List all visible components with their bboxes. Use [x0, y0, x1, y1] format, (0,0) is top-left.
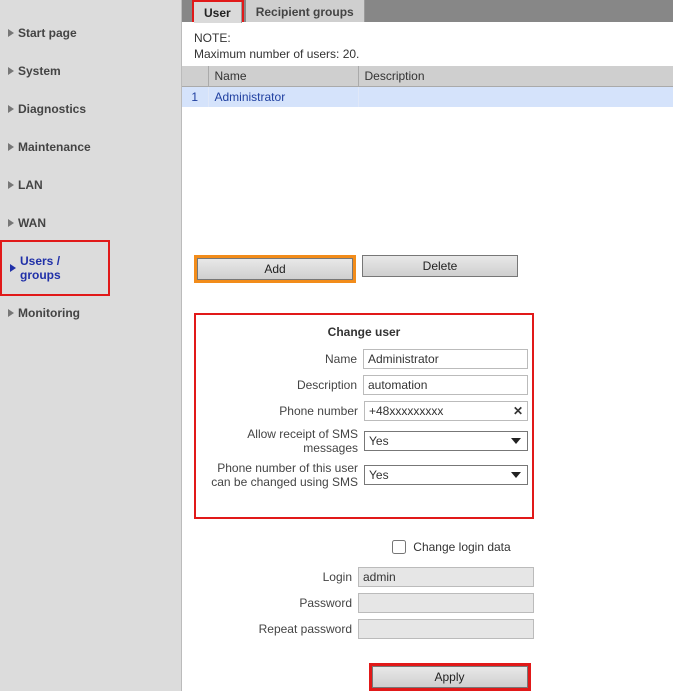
- label-repeat-password: Repeat password: [194, 622, 352, 636]
- tab-label: User: [204, 6, 231, 20]
- sidebar-item-label: LAN: [18, 178, 43, 192]
- chevron-down-icon: [509, 468, 523, 482]
- chevron-right-icon: [8, 29, 14, 37]
- table-cell-description: [358, 87, 673, 108]
- note-text: NOTE: Maximum number of users: 20.: [194, 30, 673, 62]
- description-input[interactable]: [363, 375, 528, 395]
- login-form: Login Password Repeat password: [194, 567, 534, 645]
- sidebar-item-start-page[interactable]: Start page: [0, 14, 181, 52]
- sidebar-item-label: WAN: [18, 216, 46, 230]
- form-title: Change user: [200, 325, 528, 339]
- table-header-name[interactable]: Name: [208, 66, 358, 87]
- label-password: Password: [194, 596, 352, 610]
- tab-bar: User Recipient groups: [182, 0, 673, 22]
- chevron-right-icon: [8, 67, 14, 75]
- label-description: Description: [200, 378, 357, 392]
- chevron-right-icon: [10, 264, 16, 272]
- change-login-label: Change login data: [413, 540, 510, 554]
- sidebar: Start page System Diagnostics Maintenanc…: [0, 0, 182, 691]
- table-header-description[interactable]: Description: [358, 66, 673, 87]
- sidebar-item-wan[interactable]: WAN: [0, 204, 181, 242]
- label-login: Login: [194, 570, 352, 584]
- chevron-right-icon: [8, 181, 14, 189]
- sidebar-item-label: System: [18, 64, 61, 78]
- clear-icon[interactable]: ✕: [513, 404, 523, 418]
- sidebar-item-monitoring[interactable]: Monitoring: [0, 294, 181, 332]
- label-phone: Phone number: [200, 404, 358, 418]
- main-content: User Recipient groups NOTE: Maximum numb…: [182, 0, 673, 691]
- sidebar-item-maintenance[interactable]: Maintenance: [0, 128, 181, 166]
- sidebar-item-system[interactable]: System: [0, 52, 181, 90]
- chevron-right-icon: [8, 105, 14, 113]
- repeat-password-input[interactable]: [358, 619, 534, 639]
- name-input[interactable]: [363, 349, 528, 369]
- highlight-annotation: Add: [194, 255, 356, 283]
- sidebar-item-diagnostics[interactable]: Diagnostics: [0, 90, 181, 128]
- add-button[interactable]: Add: [197, 258, 353, 280]
- change-user-form: Change user Name Description Phone numbe…: [194, 313, 534, 519]
- label-name: Name: [200, 352, 357, 366]
- table-header-num[interactable]: [182, 66, 208, 87]
- password-input[interactable]: [358, 593, 534, 613]
- login-input[interactable]: [358, 567, 534, 587]
- chevron-down-icon: [509, 434, 523, 448]
- tab-recipient-groups[interactable]: Recipient groups: [246, 0, 365, 22]
- sidebar-item-label: Start page: [18, 26, 77, 40]
- phone-input[interactable]: [364, 401, 528, 421]
- chevron-right-icon: [8, 309, 14, 317]
- tab-user[interactable]: User: [194, 2, 242, 23]
- sidebar-item-label: Maintenance: [18, 140, 91, 154]
- allow-sms-select[interactable]: Yes: [364, 431, 528, 451]
- sidebar-item-users-groups[interactable]: Users / groups: [2, 242, 108, 294]
- users-table: Name Description 1 Administrator: [182, 66, 673, 107]
- label-phone-sms: Phone number of this user can be changed…: [200, 461, 358, 489]
- phone-sms-select[interactable]: Yes: [364, 465, 528, 485]
- highlight-annotation: Users / groups: [0, 240, 110, 296]
- highlight-annotation: Apply: [369, 663, 531, 691]
- sidebar-item-lan[interactable]: LAN: [0, 166, 181, 204]
- delete-button[interactable]: Delete: [362, 255, 518, 277]
- highlight-annotation: User: [192, 0, 244, 22]
- chevron-right-icon: [8, 219, 14, 227]
- sidebar-item-label: Users / groups: [20, 254, 100, 282]
- apply-button[interactable]: Apply: [372, 666, 528, 688]
- table-row[interactable]: 1 Administrator: [182, 87, 673, 108]
- label-allow-sms: Allow receipt of SMS messages: [200, 427, 358, 455]
- tab-label: Recipient groups: [256, 5, 354, 19]
- chevron-right-icon: [8, 143, 14, 151]
- table-cell-name: Administrator: [208, 87, 358, 108]
- sidebar-item-label: Diagnostics: [18, 102, 86, 116]
- sidebar-item-label: Monitoring: [18, 306, 80, 320]
- table-cell-num: 1: [182, 87, 208, 108]
- change-login-checkbox[interactable]: [392, 540, 406, 554]
